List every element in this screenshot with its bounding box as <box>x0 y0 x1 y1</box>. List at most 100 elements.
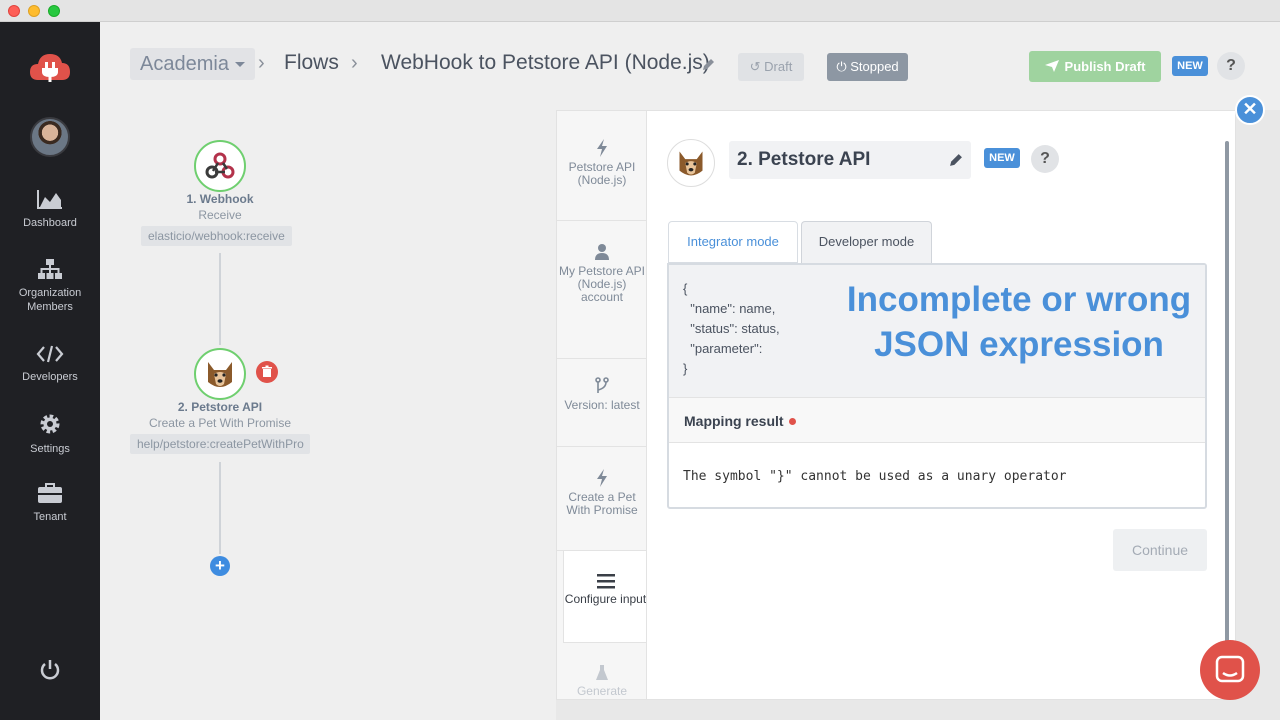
list-icon <box>596 574 615 589</box>
panel-scrollbar[interactable] <box>1225 141 1229 661</box>
tab-integrator-mode[interactable]: Integrator mode <box>668 221 798 263</box>
delete-step-button[interactable] <box>256 361 278 383</box>
chat-icon <box>1215 655 1245 683</box>
send-icon <box>1044 60 1059 72</box>
minimize-window-button[interactable] <box>28 5 40 17</box>
step-label: Configure input <box>564 592 647 606</box>
sidebar-item-tenant[interactable]: Tenant <box>0 482 100 524</box>
step-item-component[interactable]: Petstore API (Node.js) <box>557 111 646 221</box>
flow-canvas: 1. Webhook Receive elasticio/webhook:rec… <box>100 110 556 720</box>
add-step-button[interactable]: + <box>210 556 230 576</box>
power-icon[interactable] <box>38 658 62 687</box>
step-config-content: 2. Petstore API NEW ? Integrator mode De… <box>647 111 1235 699</box>
node-path: elasticio/webhook:receive <box>141 226 292 246</box>
error-dot-icon <box>789 418 796 425</box>
sidebar-item-dashboard[interactable]: Dashboard <box>0 188 100 230</box>
mapping-result-label: Mapping result <box>684 413 784 429</box>
breadcrumb-flows[interactable]: Flows <box>284 51 339 75</box>
continue-button[interactable]: Continue <box>1113 529 1207 571</box>
mapping-result-header: Mapping result <box>669 397 1205 443</box>
draft-label: Draft <box>764 59 793 74</box>
page-title: WebHook to Petstore API (Node.js) <box>381 51 710 74</box>
json-expression-editor[interactable]: { "name": name, "status": status, "param… <box>667 263 1207 509</box>
code-area[interactable]: { "name": name, "status": status, "param… <box>669 265 1205 397</box>
node-subtitle: Create a Pet With Promise <box>148 416 292 430</box>
chart-icon <box>37 190 62 209</box>
step-label: Generate sample <box>576 684 628 700</box>
error-annotation-line1: Incomplete or wrong <box>846 280 1192 319</box>
dog-icon <box>679 151 703 176</box>
step-label: My Petstore API (Node.js) account <box>558 264 646 304</box>
logo-icon[interactable] <box>28 50 72 84</box>
component-avatar <box>667 139 715 187</box>
step-item-action[interactable]: Create a Pet With Promise <box>557 447 646 551</box>
maximize-window-button[interactable] <box>48 5 60 17</box>
webhook-node[interactable] <box>194 140 246 192</box>
draft-button[interactable]: ↺ Draft <box>738 53 804 81</box>
step-item-configure-input[interactable]: Configure input <box>563 551 647 643</box>
error-annotation-line2: JSON expression <box>874 325 1164 364</box>
help-button[interactable]: ? <box>1217 52 1245 80</box>
stopped-button[interactable]: ⏻ Stopped <box>827 53 908 81</box>
error-annotation: Incomplete or wrong JSON expression <box>829 277 1205 367</box>
sidebar-item-organization-members[interactable]: Organization Members <box>0 258 100 314</box>
new-badge: NEW <box>984 148 1020 168</box>
connector-line <box>219 462 221 554</box>
edit-name-icon[interactable] <box>949 153 963 172</box>
sidebar-item-label: Dashboard <box>23 217 77 229</box>
step-name-field[interactable]: 2. Petstore API <box>729 141 971 179</box>
new-badge: NEW <box>1172 56 1208 76</box>
trash-icon <box>262 365 272 377</box>
workspace-label: Academia <box>140 53 229 75</box>
flask-icon <box>596 665 608 680</box>
sidebar: Dashboard Organization Members Developer… <box>0 22 100 720</box>
step-name: 2. Petstore API <box>737 149 871 170</box>
step-item-account[interactable]: My Petstore API (Node.js) account <box>557 221 646 359</box>
node-subtitle: Receive <box>198 208 242 222</box>
dog-icon <box>208 362 232 387</box>
header: Academia › Flows › WebHook to Petstore A… <box>100 22 1280 110</box>
bolt-icon <box>597 469 607 487</box>
chevron-right-icon: › <box>258 52 265 74</box>
code-line: "parameter": <box>683 341 763 356</box>
history-icon: ↺ <box>749 59 765 74</box>
code-line: } <box>683 361 688 376</box>
tab-developer-mode[interactable]: Developer mode <box>801 221 932 263</box>
step-list: Petstore API (Node.js) My Petstore API (… <box>557 111 647 699</box>
code-line: "status": status, <box>683 321 780 336</box>
node-path: help/petstore:createPetWithPro <box>130 434 310 454</box>
briefcase-icon <box>38 483 62 503</box>
power-small-icon: ⏻ <box>836 59 851 74</box>
close-window-button[interactable] <box>8 5 20 17</box>
user-icon <box>595 244 609 260</box>
connector-line <box>219 253 221 345</box>
step-label: Version: latest <box>564 398 640 412</box>
sidebar-item-settings[interactable]: Settings <box>0 412 100 456</box>
mapping-result-message: The symbol "}" cannot be used as a unary… <box>683 469 1067 484</box>
step-item-generate-sample[interactable]: Generate sample <box>557 643 646 700</box>
step-item-version[interactable]: Version: latest <box>557 359 646 447</box>
help-button[interactable]: ? <box>1031 145 1059 173</box>
code-line: "name": name, <box>683 301 776 316</box>
step-label: Create a Pet With Promise <box>566 490 638 517</box>
workspace-dropdown[interactable]: Academia <box>130 48 255 80</box>
org-tree-icon <box>38 259 62 279</box>
sidebar-item-label: Tenant <box>33 511 67 523</box>
code-icon <box>36 345 64 363</box>
caret-down-icon <box>234 62 245 68</box>
chevron-right-icon: › <box>351 52 358 74</box>
user-avatar[interactable] <box>30 117 70 157</box>
petstore-node[interactable] <box>194 348 246 400</box>
sidebar-item-label: Organization Members <box>18 287 82 313</box>
gear-icon <box>40 414 60 434</box>
bolt-icon <box>597 139 607 157</box>
step-config-panel: Petstore API (Node.js) My Petstore API (… <box>556 110 1236 700</box>
code-line: { <box>683 281 688 296</box>
close-panel-button[interactable]: ✕ <box>1235 95 1265 125</box>
branch-icon <box>595 377 609 393</box>
webhook-icon <box>205 152 235 179</box>
publish-draft-button[interactable]: Publish Draft <box>1029 51 1161 82</box>
sidebar-item-developers[interactable]: Developers <box>0 344 100 384</box>
edit-title-icon[interactable] <box>702 58 715 76</box>
chat-launcher-button[interactable] <box>1200 640 1260 700</box>
